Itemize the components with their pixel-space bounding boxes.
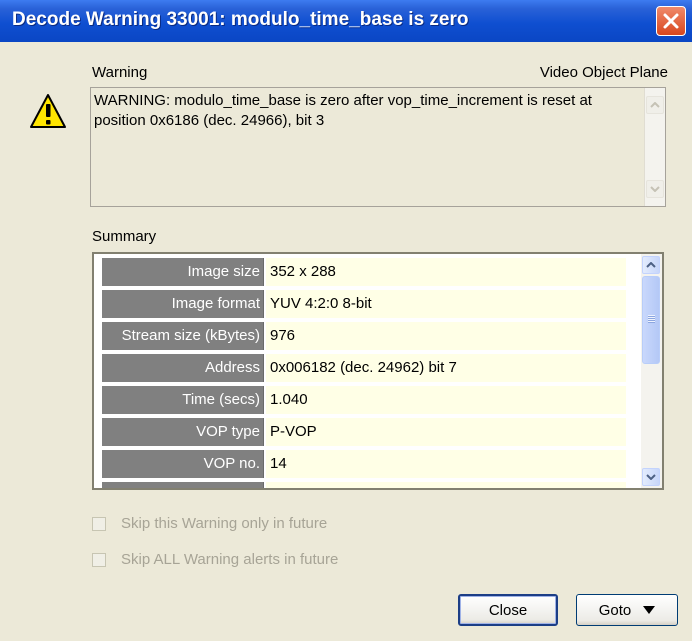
row-value: YUV 4:2:0 8-bit (266, 290, 626, 318)
chevron-down-icon (650, 186, 660, 192)
close-button[interactable]: Close (458, 594, 558, 626)
row-value: P-VOP (266, 418, 626, 446)
row-label: Stream size (kBytes) (102, 322, 264, 350)
summary-scrollbar[interactable] (641, 254, 662, 488)
summary-rows: Image size 352 x 288 Image format YUV 4:… (94, 254, 641, 488)
table-row: Stream size (kBytes) 976 (94, 320, 641, 352)
scroll-down-button[interactable] (642, 468, 660, 486)
row-value: 14 (266, 450, 626, 478)
row-value: 976 (266, 322, 626, 350)
scroll-up-button[interactable] (646, 96, 664, 114)
warning-message-box[interactable]: WARNING: modulo_time_base is zero after … (90, 87, 666, 207)
chevron-down-icon (646, 474, 656, 480)
table-row: Address 0x006182 (dec. 24962) bit 7 (94, 352, 641, 384)
row-value-partial (266, 482, 626, 488)
row-label: VOP type (102, 418, 264, 446)
row-label: Image size (102, 258, 264, 286)
scrollbar-thumb[interactable] (642, 276, 660, 364)
summary-table[interactable]: Image size 352 x 288 Image format YUV 4:… (92, 252, 664, 490)
row-value: 1.040 (266, 386, 626, 414)
row-label: VOP no. (102, 450, 264, 478)
summary-heading: Summary (92, 228, 157, 245)
table-row (94, 480, 641, 488)
row-label-partial (102, 482, 264, 488)
skip-this-checkbox[interactable] (92, 517, 106, 531)
skip-all-checkbox[interactable] (92, 553, 106, 567)
chevron-up-icon (650, 102, 660, 108)
warning-category: Video Object Plane (539, 64, 668, 81)
goto-button-label: Goto (598, 601, 632, 619)
skip-this-label: Skip this Warning only in future (121, 515, 328, 532)
row-label: Address (102, 354, 264, 382)
scroll-up-button[interactable] (642, 256, 660, 274)
decode-warning-dialog: Decode Warning 33001: modulo_time_base i… (0, 0, 692, 641)
row-label: Image format (102, 290, 264, 318)
close-window-button[interactable] (656, 6, 686, 36)
window-title: Decode Warning 33001: modulo_time_base i… (12, 9, 469, 30)
warning-icon (30, 94, 66, 128)
row-value: 0x006182 (dec. 24962) bit 7 (266, 354, 626, 382)
grip-icon (648, 315, 655, 323)
title-bar[interactable]: Decode Warning 33001: modulo_time_base i… (0, 0, 692, 42)
table-row: VOP type P-VOP (94, 416, 641, 448)
table-row: Time (secs) 1.040 (94, 384, 641, 416)
warning-heading: Warning (92, 64, 148, 81)
close-button-label: Close (488, 601, 528, 619)
scroll-down-button[interactable] (646, 180, 664, 198)
caret-down-icon (643, 606, 656, 614)
close-icon (663, 13, 679, 29)
goto-button[interactable]: Goto (576, 594, 678, 626)
message-scrollbar[interactable] (644, 88, 665, 206)
warning-message: WARNING: modulo_time_base is zero after … (94, 92, 592, 129)
skip-all-label: Skip ALL Warning alerts in future (121, 551, 339, 568)
row-label: Time (secs) (102, 386, 264, 414)
table-row: Image format YUV 4:2:0 8-bit (94, 288, 641, 320)
row-value: 352 x 288 (266, 258, 626, 286)
table-row: Image size 352 x 288 (94, 256, 641, 288)
table-row: VOP no. 14 (94, 448, 641, 480)
chevron-up-icon (646, 262, 656, 268)
